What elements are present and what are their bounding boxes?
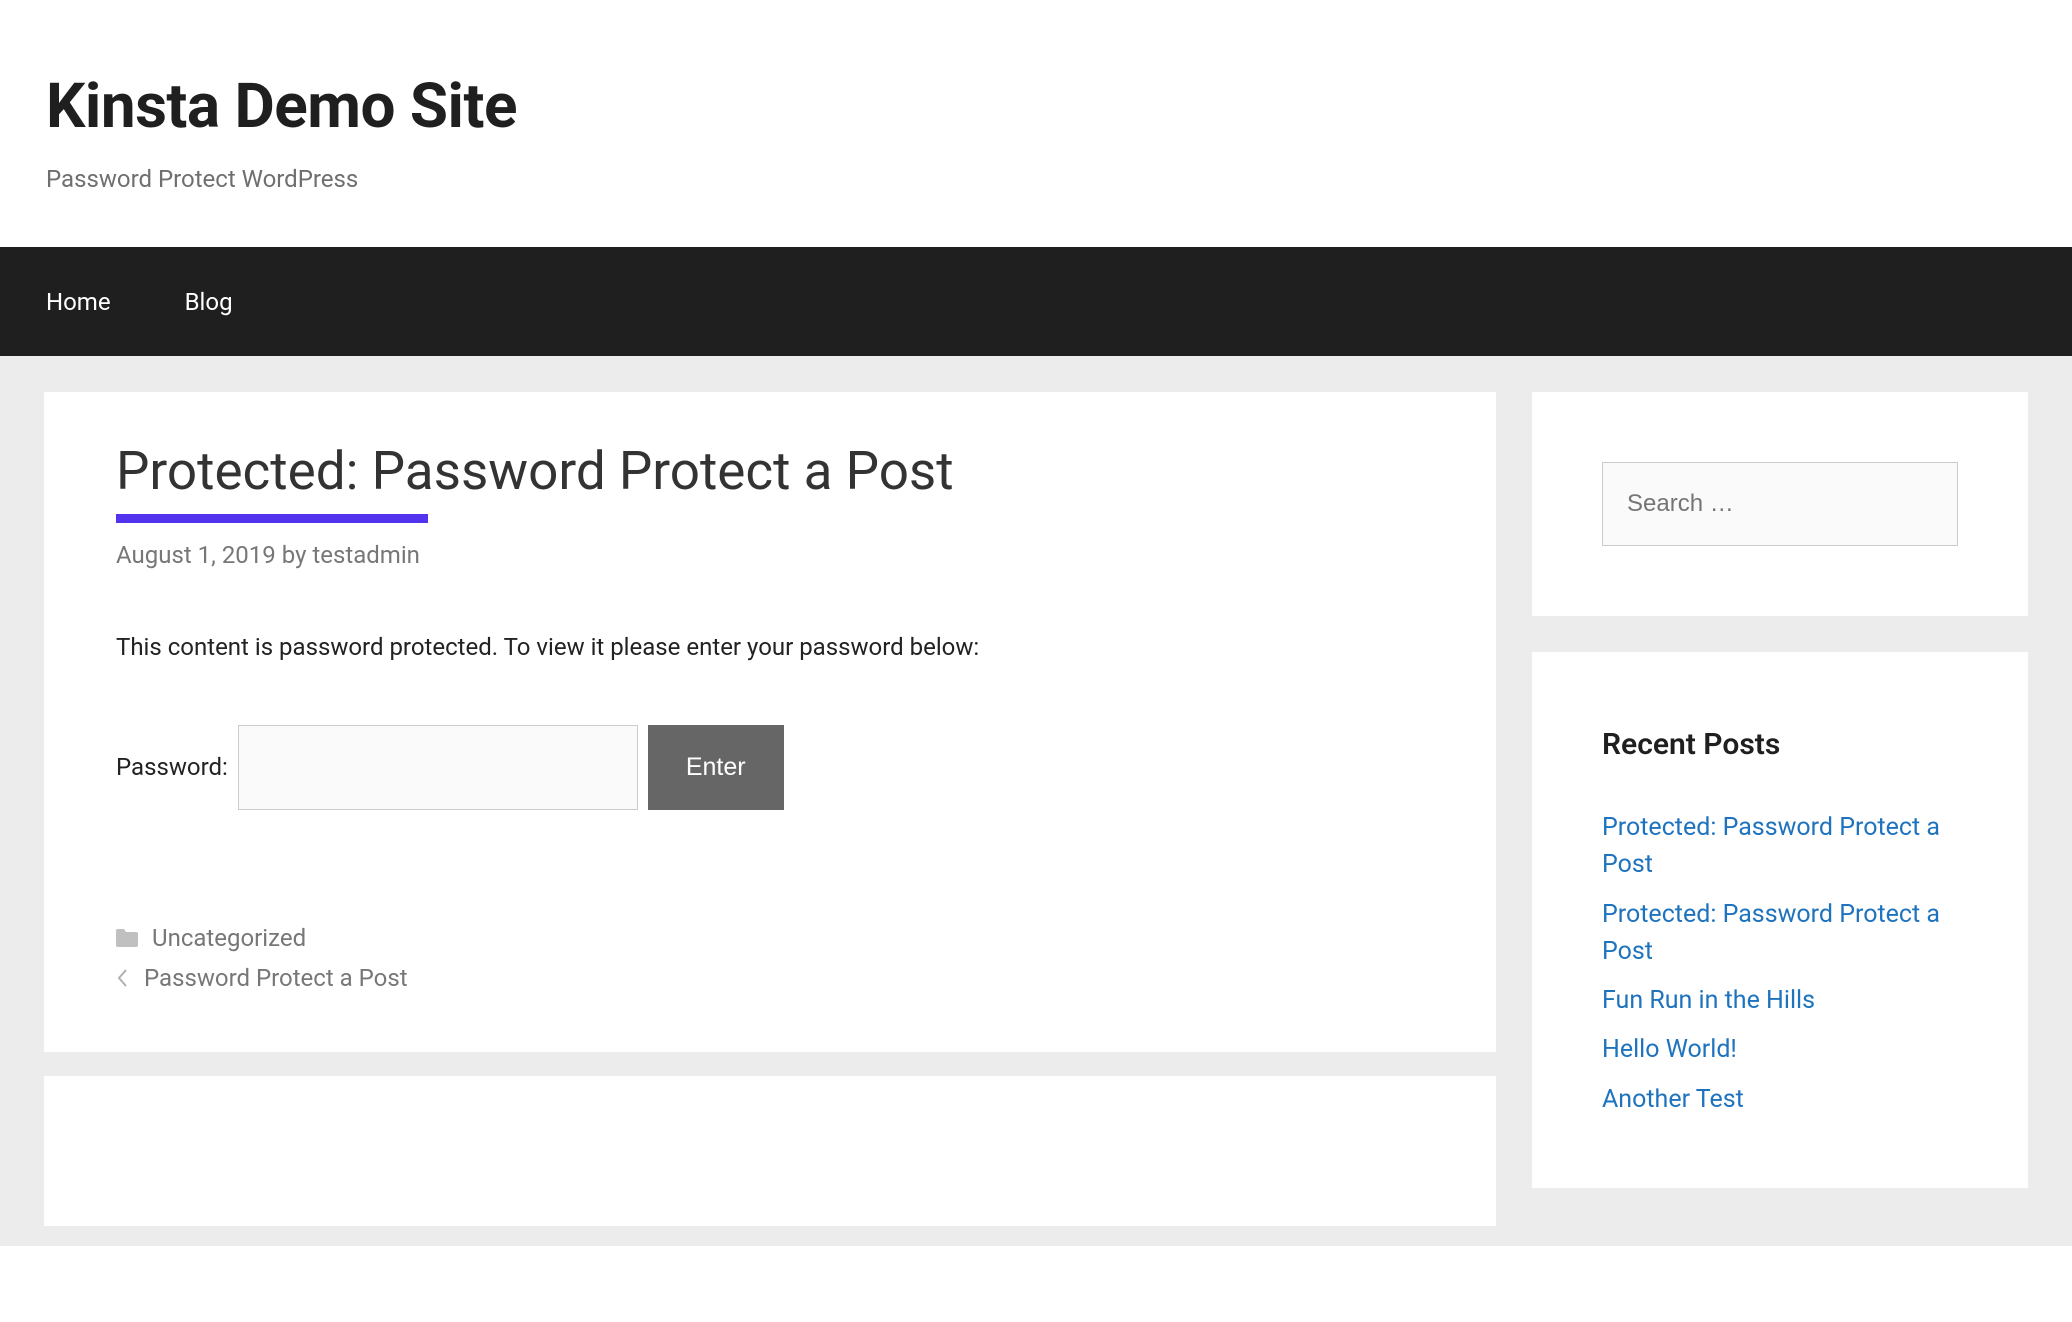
site-title[interactable]: Kinsta Demo Site bbox=[46, 60, 2026, 153]
folder-icon bbox=[116, 929, 138, 947]
enter-button[interactable]: Enter bbox=[648, 725, 784, 810]
recent-post-link[interactable]: Protected: Password Protect a Post bbox=[1602, 813, 1940, 879]
search-widget bbox=[1532, 392, 2028, 616]
search-input[interactable] bbox=[1602, 462, 1958, 546]
recent-post-link[interactable]: Protected: Password Protect a Post bbox=[1602, 900, 1940, 966]
post-date: August 1, 2019 bbox=[116, 541, 276, 569]
post-by-label: by bbox=[282, 541, 307, 569]
sidebar: Recent Posts Protected: Password Protect… bbox=[1532, 392, 2028, 1188]
recent-posts-title: Recent Posts bbox=[1602, 722, 1958, 767]
password-input[interactable] bbox=[238, 725, 638, 810]
post-author: testadmin bbox=[312, 541, 420, 569]
chevron-left-icon bbox=[116, 968, 130, 988]
site-tagline: Password Protect WordPress bbox=[46, 161, 2026, 197]
category-row: Uncategorized bbox=[116, 920, 1424, 956]
site-header: Kinsta Demo Site Password Protect WordPr… bbox=[0, 0, 2072, 247]
prev-post-link[interactable]: Password Protect a Post bbox=[144, 960, 408, 996]
password-form: Password: Enter bbox=[116, 725, 1424, 810]
recent-post-link[interactable]: Another Test bbox=[1602, 1085, 1744, 1114]
title-underline bbox=[116, 514, 428, 523]
prev-post-row: Password Protect a Post bbox=[116, 960, 1424, 996]
content-area: Protected: Password Protect a Post Augus… bbox=[0, 356, 2072, 1246]
protected-message: This content is password protected. To v… bbox=[116, 629, 1424, 665]
password-label: Password: bbox=[116, 749, 228, 785]
recent-posts-widget: Recent Posts Protected: Password Protect… bbox=[1532, 652, 2028, 1188]
post-card: Protected: Password Protect a Post Augus… bbox=[44, 392, 1496, 1052]
category-name[interactable]: Uncategorized bbox=[152, 920, 306, 956]
nav-item-home[interactable]: Home bbox=[46, 284, 111, 320]
post-meta: August 1, 2019 by testadmin bbox=[116, 537, 1424, 573]
main-column: Protected: Password Protect a Post Augus… bbox=[44, 392, 1496, 1226]
recent-posts-list: Protected: Password Protect a Post Prote… bbox=[1602, 809, 1958, 1118]
primary-nav: Home Blog bbox=[0, 247, 2072, 356]
nav-item-blog[interactable]: Blog bbox=[185, 284, 233, 320]
recent-post-link[interactable]: Hello World! bbox=[1602, 1035, 1737, 1064]
recent-post-link[interactable]: Fun Run in the Hills bbox=[1602, 986, 1815, 1015]
post-title: Protected: Password Protect a Post bbox=[116, 440, 1424, 504]
empty-card bbox=[44, 1076, 1496, 1226]
post-footer-meta: Uncategorized Password Protect a Post bbox=[116, 920, 1424, 996]
